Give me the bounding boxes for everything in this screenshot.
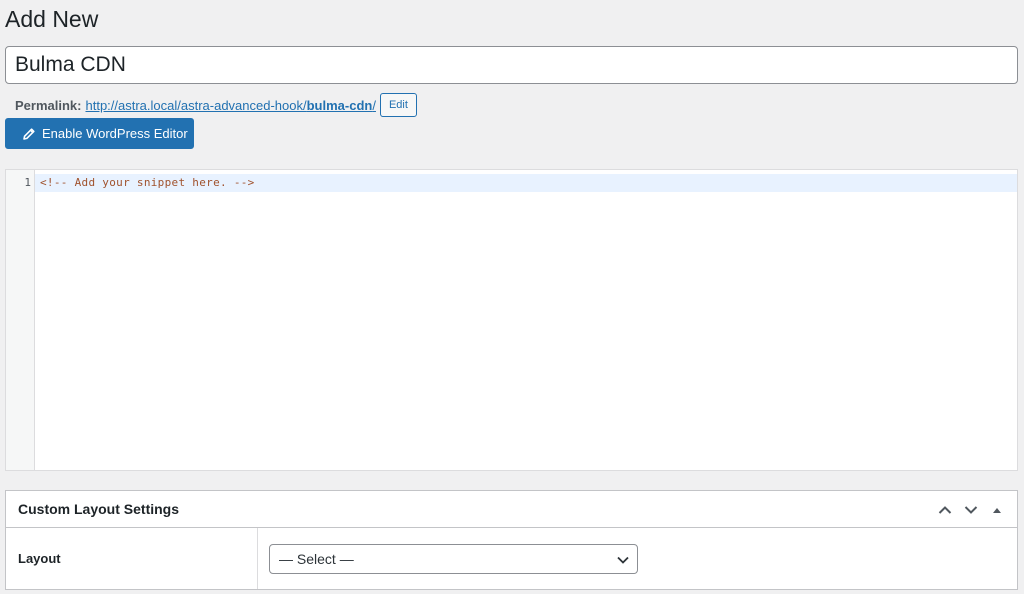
line-number: 1 [24,176,31,189]
edit-permalink-button[interactable]: Edit [379,93,417,117]
permalink-slug: bulma-cdn [306,97,373,113]
enable-wordpress-editor-label: Enable WordPress Editor [42,126,188,141]
triangle-up-icon[interactable] [989,502,1005,518]
metabox-title: Custom Layout Settings [18,501,180,517]
permalink-trailing: / [372,97,376,113]
layout-field: — Select — [258,528,1017,589]
layout-select-value: — Select — [279,550,354,567]
page: Add New Permalink: http://astra.local/as… [0,0,1024,594]
metabox-header: Custom Layout Settings [6,491,1017,528]
chevron-down-icon[interactable] [963,502,979,518]
code-gutter: 1 [6,170,35,470]
page-title: Add New [5,6,99,32]
code-editor[interactable]: 1 <!-- Add your snippet here. --> [5,169,1018,471]
post-title-input[interactable] [5,46,1018,84]
permalink-link[interactable]: http://astra.local/astra-advanced-hook/b… [85,98,375,113]
layout-label: Layout [6,528,258,589]
code-line[interactable]: <!-- Add your snippet here. --> [40,176,255,189]
permalink-url-base: http://astra.local/astra-advanced-hook/ [85,97,307,113]
metabox-controls [937,491,1005,528]
layout-row: Layout — Select — [6,528,1017,589]
permalink-label: Permalink: [15,97,82,113]
pencil-icon [22,127,36,141]
layout-select[interactable]: — Select — [269,543,638,574]
select-chevron-icon [617,551,629,567]
permalink-row: Permalink: http://astra.local/astra-adva… [15,92,417,118]
enable-wordpress-editor-button[interactable]: Enable WordPress Editor [5,118,194,149]
custom-layout-settings-box: Custom Layout Settings Layout — Select — [5,490,1018,590]
chevron-up-icon[interactable] [937,502,953,518]
